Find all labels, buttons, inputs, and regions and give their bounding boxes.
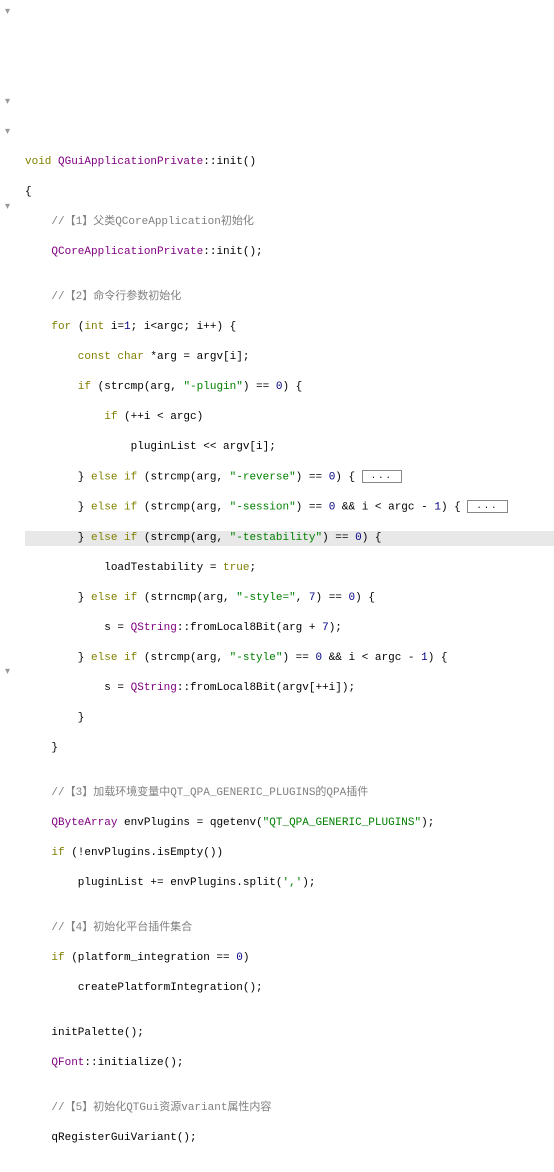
code-line: //【3】加载环境变量中QT_QPA_GENERIC_PLUGINS的QPA插件 bbox=[25, 786, 554, 801]
code-line: qRegisterGuiVariant(); bbox=[25, 1131, 554, 1146]
code-line: const char *arg = argv[i]; bbox=[25, 350, 554, 365]
code-line: s = QString::fromLocal8Bit(argv[++i]); bbox=[25, 681, 554, 696]
code-line: if (strcmp(arg, "-plugin") == 0) { bbox=[25, 380, 554, 395]
fold-box[interactable]: ... bbox=[362, 470, 402, 483]
code-line: for (int i=1; i<argc; i++) { bbox=[25, 320, 554, 335]
fold-marker[interactable]: ▾ bbox=[5, 125, 10, 140]
code-line: } else if (strncmp(arg, "-style=", 7) ==… bbox=[25, 591, 554, 606]
code-line: s = QString::fromLocal8Bit(arg + 7); bbox=[25, 621, 554, 636]
code-line: //【2】命令行参数初始化 bbox=[25, 290, 554, 305]
code-line: createPlatformIntegration(); bbox=[25, 981, 554, 996]
code-line: } else if (strcmp(arg, "-session") == 0 … bbox=[25, 500, 554, 515]
code-line: pluginList << argv[i]; bbox=[25, 440, 554, 455]
code-line: QCoreApplicationPrivate::init(); bbox=[25, 245, 554, 260]
code-line: if (++i < argc) bbox=[25, 410, 554, 425]
fold-marker[interactable]: ▾ bbox=[5, 665, 10, 680]
code-line: } bbox=[25, 711, 554, 726]
code-line: void QGuiApplicationPrivate::init() bbox=[25, 155, 554, 170]
code-line: //【4】初始化平台插件集合 bbox=[25, 921, 554, 936]
code-line: } else if (strcmp(arg, "-reverse") == 0)… bbox=[25, 470, 554, 485]
code-line: QFont::initialize(); bbox=[25, 1056, 554, 1071]
code-line: QByteArray envPlugins = qgetenv("QT_QPA_… bbox=[25, 816, 554, 831]
fold-marker[interactable]: ▾ bbox=[5, 5, 10, 20]
fold-marker[interactable]: ▾ bbox=[5, 95, 10, 110]
code-line: //【5】初始化QTGui资源variant属性内容 bbox=[25, 1101, 554, 1116]
code-line: } else if (strcmp(arg, "-testability") =… bbox=[25, 531, 554, 546]
code-line: initPalette(); bbox=[25, 1026, 554, 1041]
fold-marker[interactable]: ▾ bbox=[5, 200, 10, 215]
code-line: } bbox=[25, 741, 554, 756]
code-line: loadTestability = true; bbox=[25, 561, 554, 576]
code-line: //【1】父类QCoreApplication初始化 bbox=[25, 215, 554, 230]
code-line: { bbox=[25, 185, 554, 200]
code-line: } else if (strcmp(arg, "-style") == 0 &&… bbox=[25, 651, 554, 666]
code-line: pluginList += envPlugins.split(','); bbox=[25, 876, 554, 891]
code-line: if (platform_integration == 0) bbox=[25, 951, 554, 966]
fold-box[interactable]: ... bbox=[467, 500, 507, 513]
code-line: if (!envPlugins.isEmpty()) bbox=[25, 846, 554, 861]
